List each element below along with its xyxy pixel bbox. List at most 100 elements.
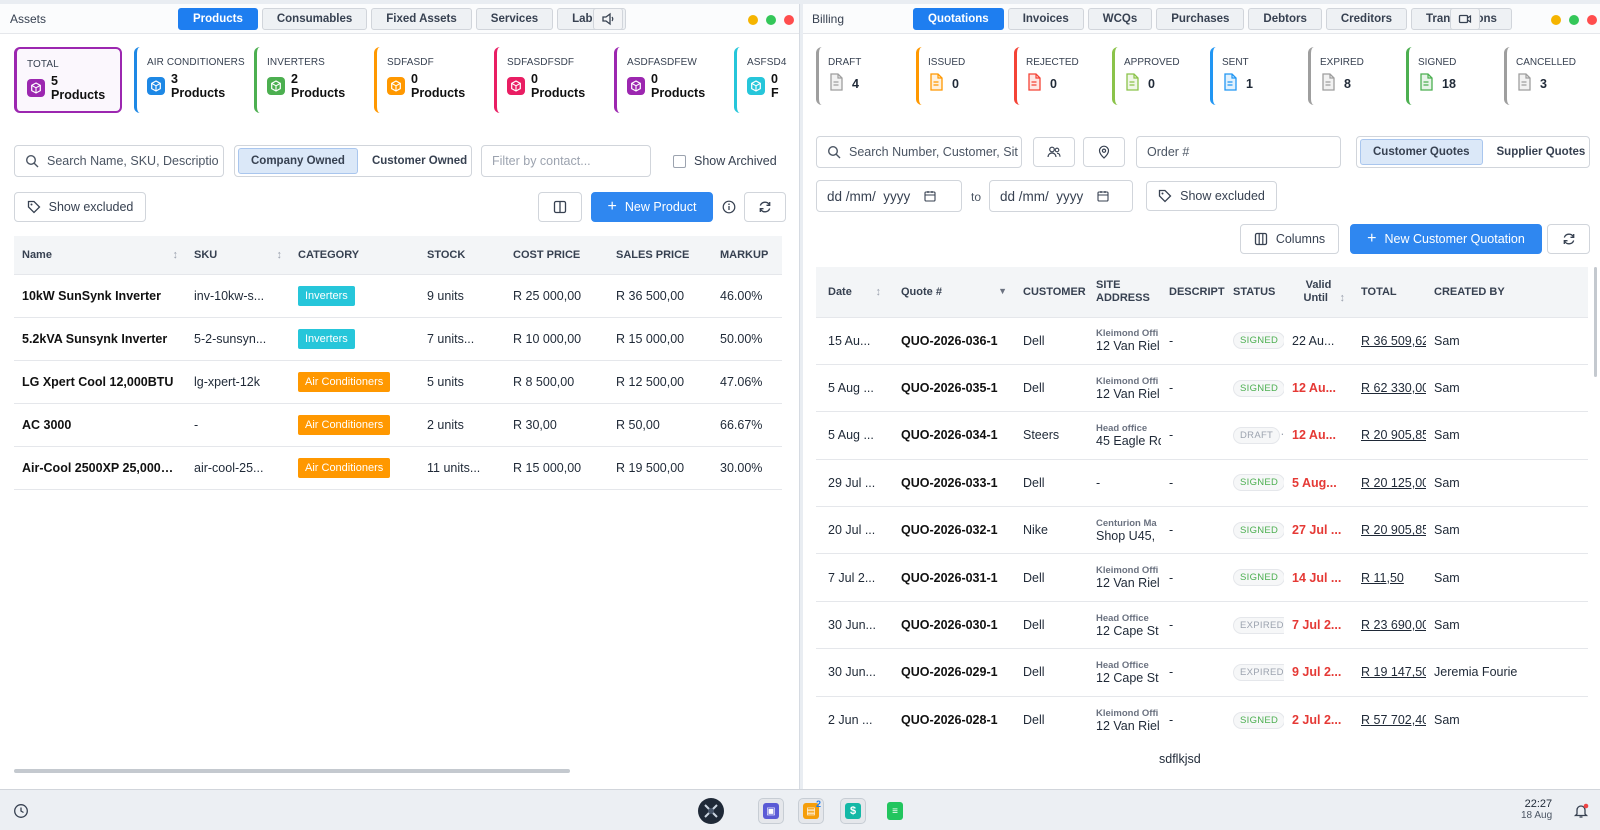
new-customer-quotation-button[interactable]: + New Customer Quotation [1350, 224, 1542, 254]
product-name[interactable]: 10kW SunSynk Inverter [14, 273, 186, 317]
product-name[interactable]: AC 3000 [14, 402, 186, 446]
tab-services[interactable]: Services [475, 8, 554, 30]
status-card[interactable]: ISSUED 0 [916, 47, 1006, 105]
tab-products[interactable]: Products [178, 8, 258, 30]
refresh-button[interactable] [744, 192, 786, 222]
col-name[interactable]: Name ↕ [14, 236, 186, 274]
product-name[interactable]: LG Xpert Cool 12,000BTU [14, 359, 186, 403]
quote-total[interactable]: R 20 905,85 [1353, 411, 1426, 460]
table-row[interactable]: 7 Jul 2... QUO-2026-031-1 Dell Kleimond Off… [816, 553, 1588, 602]
category-card[interactable]: SDFASDF 0 Products [374, 47, 482, 113]
customer-owned-button[interactable]: Customer Owned [360, 148, 479, 174]
minimize-icon[interactable] [748, 15, 758, 25]
col-stock[interactable]: STOCK [419, 236, 505, 274]
col-quote-number[interactable]: Quote # ▼ [889, 267, 1015, 317]
col-sku[interactable]: SKU ↕ [186, 236, 290, 274]
table-row[interactable]: 30 Jun... QUO-2026-030-1 Dell Head Office 12… [816, 600, 1588, 649]
col-description[interactable]: DESCRIPTIO [1161, 267, 1225, 317]
quote-total[interactable]: R 23 690,00 [1353, 600, 1426, 649]
contacts-app-icon[interactable]: ▣ [758, 798, 784, 824]
tab-purchases[interactable]: Purchases [1156, 8, 1245, 30]
contact-filter-input[interactable]: Filter by contact... [481, 145, 651, 177]
quote-number[interactable]: QUO-2026-034-1 [889, 411, 1015, 460]
quote-total[interactable]: R 57 702,40 [1353, 695, 1426, 744]
supplier-quotes-button[interactable]: Supplier Quotes [1485, 139, 1598, 165]
quote-number[interactable]: QUO-2026-030-1 [889, 600, 1015, 649]
status-card[interactable]: EXPIRED 8 [1308, 47, 1398, 105]
tab-fixed-assets[interactable]: Fixed Assets [371, 8, 472, 30]
col-markup[interactable]: MARKUP [712, 236, 782, 274]
category-card[interactable]: AIR CONDITIONERS 3 Products [134, 47, 245, 113]
table-row[interactable]: 5.2kVA Sunsynk Inverter 5-2-sunsyn... Inve… [14, 316, 782, 360]
maximize-icon[interactable] [1569, 15, 1579, 25]
quote-number[interactable]: QUO-2026-033-1 [889, 458, 1015, 507]
col-status[interactable]: STATUS [1225, 267, 1284, 317]
product-search-input[interactable]: Search Name, SKU, Descriptio [14, 145, 224, 177]
quote-number[interactable]: QUO-2026-029-1 [889, 648, 1015, 697]
status-card[interactable]: DRAFT 4 [816, 47, 906, 105]
col-total[interactable]: TOTAL [1353, 267, 1426, 317]
clock-icon[interactable] [8, 798, 34, 824]
notes-app-icon[interactable]: ≡ [882, 798, 908, 824]
category-card[interactable]: INVERTERS 2 Products [254, 47, 362, 113]
quote-total[interactable]: R 19 147,50 [1353, 648, 1426, 697]
table-row[interactable]: 30 Jun... QUO-2026-029-1 Dell Head Office 12… [816, 648, 1588, 697]
quote-number[interactable]: QUO-2026-032-1 [889, 506, 1015, 554]
table-row[interactable]: 10kW SunSynk Inverter inv-10kw-s... Invert… [14, 273, 782, 317]
quote-number[interactable]: QUO-2026-031-1 [889, 553, 1015, 602]
vertical-scrollbar[interactable] [1594, 267, 1597, 377]
quote-number[interactable]: QUO-2026-035-1 [889, 363, 1015, 412]
category-card[interactable]: SDFASDFSDF 0 Products [494, 47, 602, 113]
assets-app-icon[interactable]: ▤ 2 [798, 798, 824, 824]
speaker-icon[interactable] [593, 8, 623, 30]
tab-creditors[interactable]: Creditors [1325, 8, 1407, 30]
category-card[interactable]: ASDFASDFEW 0 Products [614, 47, 722, 113]
show-excluded-button[interactable]: Show excluded [1146, 181, 1277, 211]
quote-total[interactable]: R 20 125,00 [1353, 458, 1426, 507]
product-name[interactable]: 5.2kVA Sunsynk Inverter [14, 316, 186, 360]
col-category[interactable]: CATEGORY [290, 236, 419, 274]
maximize-icon[interactable] [766, 15, 776, 25]
location-filter-button[interactable] [1083, 137, 1125, 167]
quote-total[interactable]: R 20 905,85 [1353, 506, 1426, 554]
order-number-input[interactable]: Order # [1136, 136, 1341, 168]
refresh-button[interactable] [1547, 224, 1590, 254]
show-archived-toggle[interactable]: Show Archived [673, 154, 777, 168]
table-row[interactable]: 5 Aug ... QUO-2026-034-1 Steers Head office… [816, 411, 1588, 460]
table-row[interactable]: AC 3000- Air Conditioners 2 units R 30,00 R … [14, 402, 782, 446]
date-from-input[interactable]: dd /mm/ yyyy [816, 180, 962, 212]
col-cost-price[interactable]: COST PRICE [505, 236, 608, 274]
calendar-icon[interactable] [924, 190, 936, 202]
date-to-input[interactable]: dd /mm/ yyyy [989, 180, 1133, 212]
status-card[interactable]: REJECTED 0 [1014, 47, 1104, 105]
status-card[interactable]: CANCELLED 3 [1504, 47, 1594, 105]
sort-icon[interactable]: ↕ [173, 249, 179, 261]
tab-invoices[interactable]: Invoices [1007, 8, 1084, 30]
col-valid-until[interactable]: Valid Until ↕ [1284, 267, 1353, 317]
table-row[interactable]: Air-Cool 2500XP 25,000BTU air-cool-25... A… [14, 445, 782, 489]
table-row[interactable]: 15 Au... QUO-2026-036-1 Dell Kleimond Offi 1… [816, 316, 1588, 365]
quote-number[interactable]: QUO-2026-036-1 [889, 316, 1015, 365]
table-row[interactable]: 2 Jun ... QUO-2026-028-1 Dell Kleimond Offi… [816, 695, 1588, 744]
category-card[interactable]: ASFSD4 0 F [734, 47, 786, 113]
show-excluded-button[interactable]: Show excluded [14, 192, 146, 222]
product-name[interactable]: Air-Cool 2500XP 25,000BTU [14, 445, 186, 489]
company-owned-button[interactable]: Company Owned [238, 148, 358, 174]
customer-quotes-button[interactable]: Customer Quotes [1360, 139, 1483, 165]
columns-toggle-button[interactable] [538, 192, 582, 222]
quote-total[interactable]: R 11,50 [1353, 553, 1426, 602]
quote-search-input[interactable]: Search Number, Customer, Sit [816, 136, 1022, 168]
tab-wcqs[interactable]: WCQs [1087, 8, 1153, 30]
col-created-by[interactable]: CREATED BY [1426, 267, 1588, 317]
table-row[interactable]: 29 Jul ... QUO-2026-033-1 Dell - - SIGNED 5 Au… [816, 458, 1588, 507]
video-icon[interactable] [1450, 8, 1480, 30]
status-card[interactable]: SIGNED 18 [1406, 47, 1496, 105]
table-row[interactable]: 20 Jul ... QUO-2026-032-1 Nike Centurion Ma… [816, 506, 1588, 554]
minimize-icon[interactable] [1551, 15, 1561, 25]
bell-icon[interactable] [1568, 798, 1594, 824]
tab-debtors[interactable]: Debtors [1248, 8, 1322, 30]
show-archived-checkbox[interactable] [673, 154, 686, 168]
new-product-button[interactable]: + New Product [591, 192, 713, 222]
quote-total[interactable]: R 62 330,00 [1353, 363, 1426, 412]
tab-consumables[interactable]: Consumables [261, 8, 368, 30]
